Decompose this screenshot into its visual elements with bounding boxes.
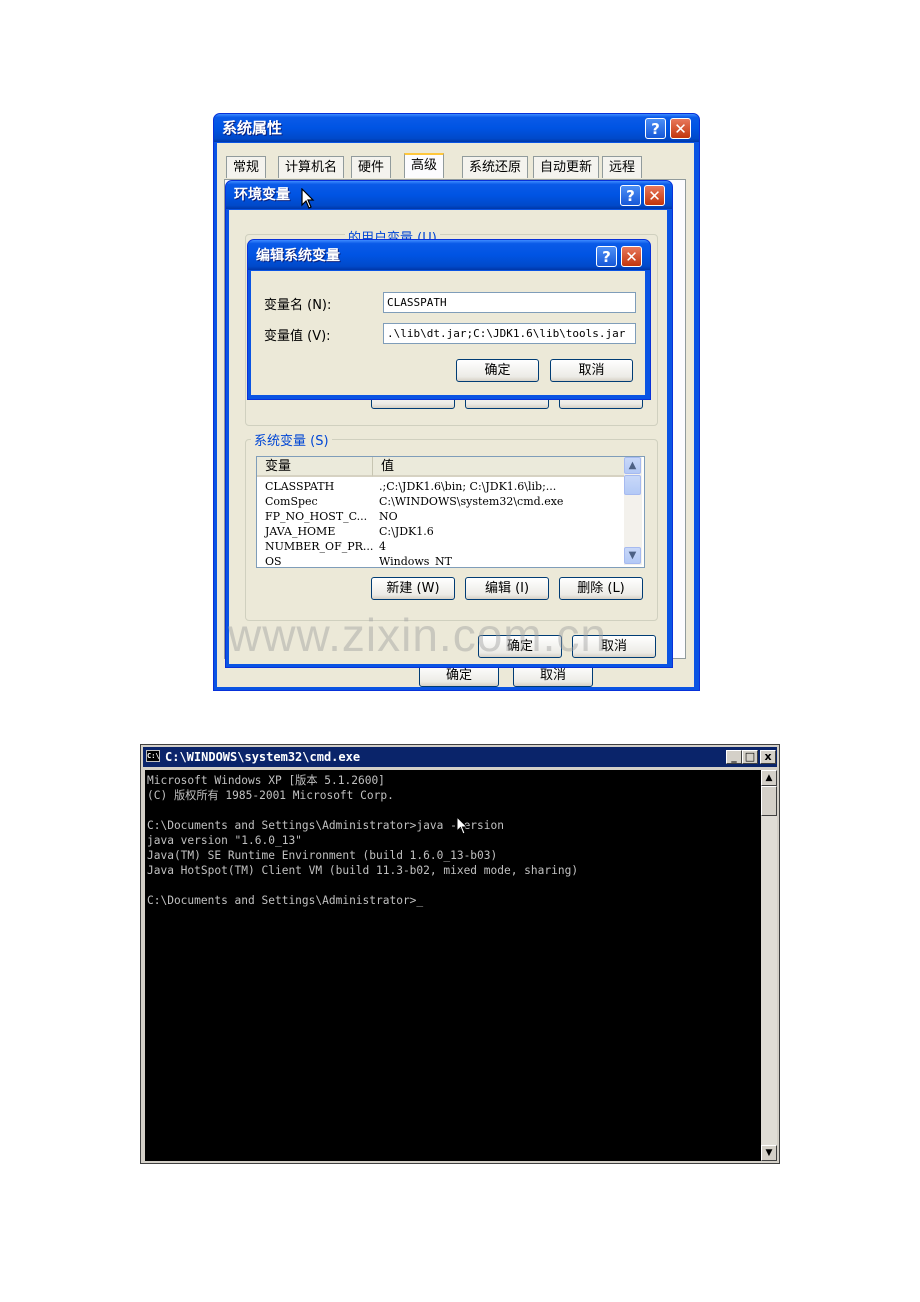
delete-button[interactable]: 删除 (L) (559, 577, 643, 600)
scroll-down-icon[interactable]: ▼ (624, 547, 641, 564)
edit-close-button[interactable]: ✕ (621, 246, 642, 267)
scroll-thumb[interactable] (624, 475, 641, 495)
list-header-variable[interactable]: 变量 (257, 457, 372, 477)
list-item-name: NUMBER_OF_PR... (265, 540, 374, 553)
cmd-close-button[interactable]: x (760, 750, 776, 764)
edit-ok-button[interactable]: 确定 (456, 359, 539, 382)
list-item-value: Windows_NT (379, 555, 452, 568)
system-properties-title: 系统属性 (222, 119, 283, 137)
list-scrollbar[interactable]: ▲ ▼ (624, 457, 642, 565)
env-close-button[interactable]: ✕ (644, 185, 665, 206)
env-help-button[interactable]: ? (620, 185, 641, 206)
maximize-button[interactable]: □ (742, 750, 758, 764)
console-line: C:\Documents and Settings\Administrator>… (147, 894, 424, 907)
scroll-up-icon[interactable]: ▲ (624, 457, 641, 474)
list-item-name: ComSpec (265, 495, 318, 508)
edit-help-button[interactable]: ? (596, 246, 617, 267)
close-button[interactable]: ✕ (670, 118, 691, 139)
console-line: C:\Documents and Settings\Administrator>… (147, 819, 504, 832)
list-item[interactable]: ComSpec C:\WINDOWS\system32\cmd.exe (257, 494, 624, 509)
new-button[interactable]: 新建 (W) (371, 577, 455, 600)
tab-remote[interactable]: 远程 (602, 156, 643, 178)
tab-hardware[interactable]: 硬件 (351, 156, 392, 178)
system-variables-list[interactable]: 变量 值 CLASSPATH .;C:\JDK1.6\bin; C:\JDK1.… (256, 456, 645, 568)
list-item-value: C:\JDK1.6 (379, 525, 434, 538)
console-icon: C:\ (146, 750, 160, 762)
variable-value-input[interactable]: .\lib\dt.jar;C:\JDK1.6\lib\tools.jar (383, 323, 636, 344)
list-item-value: .;C:\JDK1.6\bin; C:\JDK1.6\lib;... (379, 480, 557, 493)
edit-variable-title: 编辑系统变量 (256, 248, 340, 264)
list-item[interactable]: NUMBER_OF_PR... 4 (257, 539, 624, 554)
mouse-pointer-icon (456, 816, 469, 835)
help-button[interactable]: ? (645, 118, 666, 139)
scroll-up-icon[interactable]: ▲ (761, 770, 777, 786)
list-item-value: C:\WINDOWS\system32\cmd.exe (379, 495, 564, 508)
environment-variables-title: 环境变量 (234, 187, 290, 203)
tab-general[interactable]: 常规 (226, 156, 267, 178)
console-line: (C) 版权所有 1985-2001 Microsoft Corp. (147, 789, 394, 802)
list-item[interactable]: JAVA_HOME C:\JDK1.6 (257, 524, 624, 539)
cmd-title: C:\WINDOWS\system32\cmd.exe (165, 750, 361, 764)
cmd-scrollbar[interactable]: ▲ ▼ (761, 770, 777, 1161)
list-item-name: JAVA_HOME (265, 525, 336, 538)
list-item[interactable]: FP_NO_HOST_C... NO (257, 509, 624, 524)
watermark: www.zixin.com.cn (228, 609, 607, 661)
list-item-name: OS (265, 555, 282, 568)
cmd-window: C:\ C:\WINDOWS\system32\cmd.exe _ □ x Mi… (140, 744, 780, 1164)
tab-advanced[interactable]: 高级 (404, 153, 445, 178)
edit-button[interactable]: 编辑 (I) (465, 577, 549, 600)
tab-automatic-updates[interactable]: 自动更新 (533, 156, 600, 178)
scroll-down-icon[interactable]: ▼ (761, 1145, 777, 1161)
console-line: Java(TM) SE Runtime Environment (build 1… (147, 849, 498, 862)
variable-name-input[interactable]: CLASSPATH (383, 292, 636, 313)
console-line: Java HotSpot(TM) Client VM (build 11.3-b… (147, 864, 579, 877)
list-item-name: CLASSPATH (265, 480, 335, 493)
tab-computer-name[interactable]: 计算机名 (278, 156, 345, 178)
console-line: Microsoft Windows XP [版本 5.1.2600] (147, 774, 385, 787)
variable-value-label: 变量值 (V): (264, 329, 331, 344)
edit-variable-title-bar[interactable]: 编辑系统变量 (248, 240, 650, 270)
console-output[interactable]: Microsoft Windows XP [版本 5.1.2600] (C) 版… (145, 770, 761, 1161)
list-item[interactable]: OS Windows_NT (257, 554, 624, 568)
list-item[interactable]: CLASSPATH .;C:\JDK1.6\bin; C:\JDK1.6\lib… (257, 479, 624, 494)
list-item-value: NO (379, 510, 398, 523)
environment-variables-title-bar[interactable]: 环境变量 (226, 181, 672, 209)
list-item-name: FP_NO_HOST_C... (265, 510, 368, 523)
edit-variable-body: 变量名 (N): CLASSPATH 变量值 (V): .\lib\dt.jar… (251, 271, 645, 395)
system-variables-legend: 系统变量 (S) (251, 430, 332, 449)
edit-cancel-button[interactable]: 取消 (550, 359, 633, 382)
mouse-pointer-icon (301, 188, 315, 209)
minimize-button[interactable]: _ (726, 750, 742, 764)
scroll-thumb[interactable] (761, 786, 777, 816)
console-line: java version "1.6.0_13" (147, 834, 302, 847)
system-properties-title-bar[interactable]: 系统属性 (214, 114, 699, 142)
list-item-value: 4 (379, 540, 386, 553)
list-header-value[interactable]: 值 (372, 457, 624, 477)
tab-system-restore[interactable]: 系统还原 (462, 156, 529, 178)
edit-system-variable-dialog: 编辑系统变量 ? ✕ 变量名 (N): CLASSPATH 变量值 (V): .… (247, 239, 651, 400)
cmd-title-bar[interactable]: C:\ C:\WINDOWS\system32\cmd.exe (143, 747, 777, 767)
variable-name-label: 变量名 (N): (264, 298, 332, 313)
